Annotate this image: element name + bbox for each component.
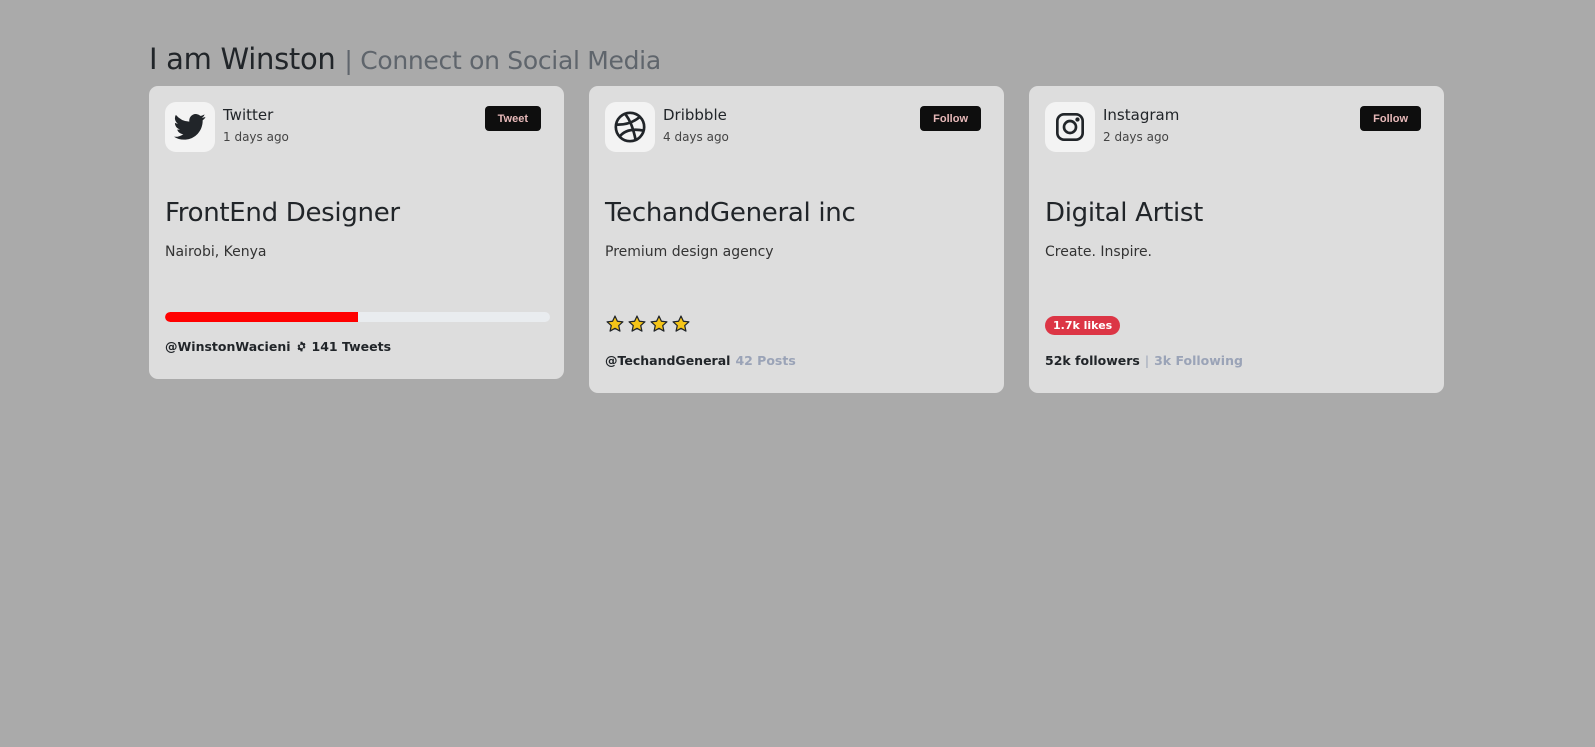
card-footer: @TechandGeneral 42 Posts [605, 353, 796, 368]
following-count: 3k Following [1154, 353, 1243, 368]
card-subtitle: Nairobi, Kenya [165, 244, 267, 260]
handle: @TechandGeneral [605, 353, 731, 368]
separator: | [1144, 353, 1150, 368]
card-subtitle: Create. Inspire. [1045, 244, 1153, 260]
instagram-icon-box [1045, 102, 1095, 152]
platform-name: Instagram [1103, 106, 1180, 124]
tweet-button[interactable]: Tweet [484, 106, 541, 131]
card-title: FrontEnd Designer [165, 198, 400, 228]
star-icon [672, 315, 690, 332]
time-ago: 4 days ago [663, 130, 729, 144]
follow-button[interactable]: Follow [1360, 106, 1421, 131]
dribbble-card: Dribbble 4 days ago Follow TechandGenera… [589, 86, 1004, 393]
card-title: Digital Artist [1045, 198, 1204, 228]
instagram-card: Instagram 2 days ago Follow Digital Arti… [1029, 86, 1444, 393]
card-footer: 52k followers | 3k Following [1045, 353, 1243, 368]
star-icon [606, 315, 624, 332]
follow-button[interactable]: Follow [920, 106, 981, 131]
time-ago: 1 days ago [223, 130, 289, 144]
card-title: TechandGeneral inc [605, 198, 856, 228]
platform-name: Dribbble [663, 106, 727, 124]
gear-icon [297, 341, 306, 352]
progress-bar-fill [165, 312, 358, 322]
instagram-camera-icon [1056, 113, 1084, 141]
handle: @WinstonWacieni [165, 339, 291, 354]
dribbble-ball-icon [614, 111, 646, 143]
twitter-icon-box [165, 102, 215, 152]
tweet-count: 141 Tweets [311, 339, 392, 354]
likes-badge: 1.7k likes [1045, 316, 1121, 335]
card-footer: @WinstonWacieni 141 Tweets [165, 339, 391, 354]
dribbble-icon-box [605, 102, 655, 152]
page: I am Winston | Connect on Social Media T… [0, 0, 1595, 747]
card-subtitle: Premium design agency [605, 244, 774, 260]
star-icon [628, 315, 646, 332]
star-rating [605, 314, 691, 334]
twitter-card: Twitter 1 days ago Tweet FrontEnd Design… [149, 86, 564, 379]
page-title-tagline: | Connect on Social Media [344, 46, 661, 75]
time-ago: 2 days ago [1103, 130, 1169, 144]
platform-name: Twitter [223, 106, 274, 124]
followers-count: 52k followers [1045, 353, 1140, 368]
progress-bar [165, 312, 550, 322]
post-count: 42 Posts [735, 353, 796, 368]
twitter-bird-icon [174, 114, 206, 140]
page-title-name: I am Winston [149, 42, 336, 76]
star-icon [650, 315, 668, 332]
page-title: I am Winston | Connect on Social Media [149, 42, 661, 76]
